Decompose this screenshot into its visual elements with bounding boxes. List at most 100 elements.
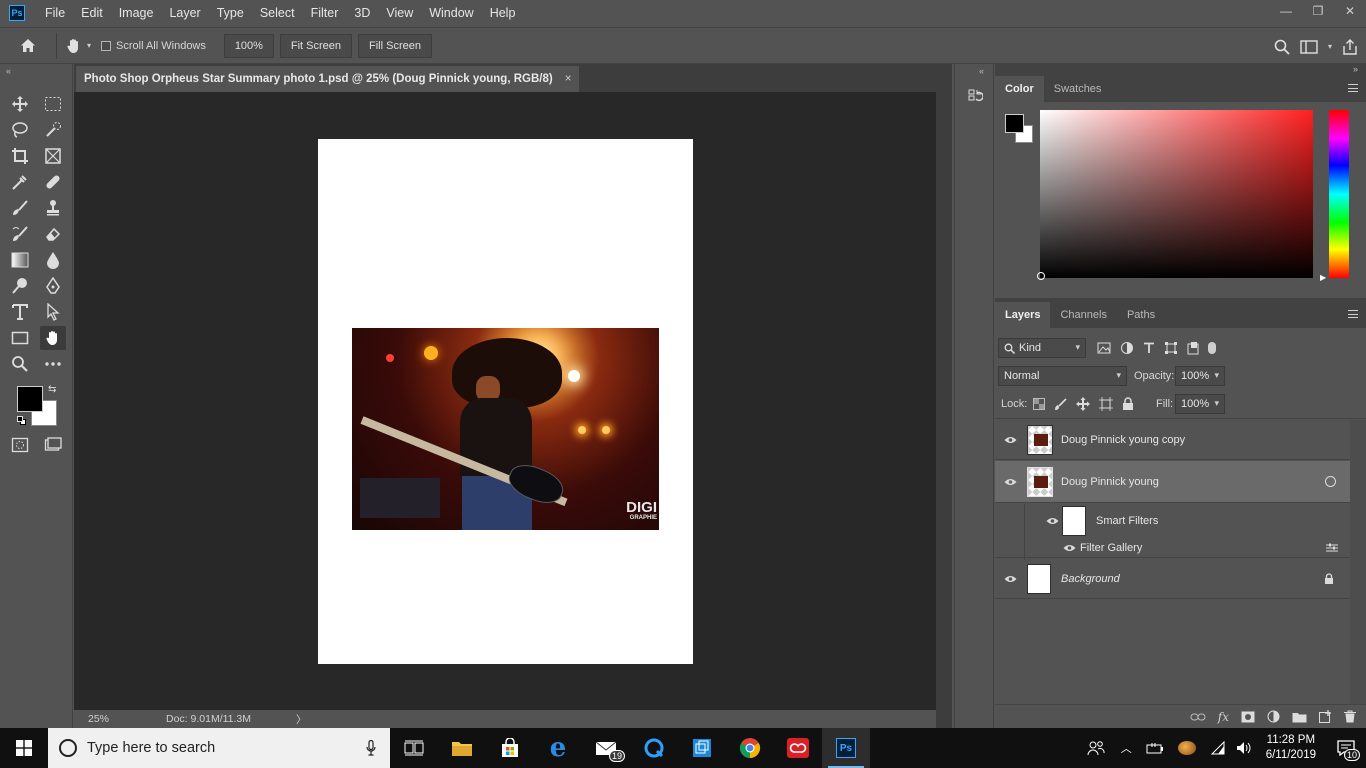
trash-icon[interactable] <box>1344 710 1356 723</box>
collapse-panels-icon[interactable]: » <box>1353 64 1358 74</box>
menu-3d[interactable]: 3D <box>346 0 378 26</box>
path-selection-tool-icon[interactable] <box>40 300 66 324</box>
start-button[interactable] <box>0 728 48 768</box>
mail-button[interactable]: 19 <box>582 728 630 768</box>
default-colors-icon[interactable] <box>17 416 27 426</box>
move-tool-icon[interactable] <box>7 92 33 116</box>
color-panel-foreground-swatch[interactable] <box>1005 114 1024 133</box>
menu-filter[interactable]: Filter <box>303 0 347 26</box>
layer-row-selected[interactable]: Doug Pinnick young ⌃ <box>995 461 1362 503</box>
blend-mode-select[interactable]: Normal ▾ <box>998 366 1127 386</box>
color-picker-cursor[interactable] <box>1037 272 1045 280</box>
tab-swatches[interactable]: Swatches <box>1044 76 1112 102</box>
panel-menu-icon[interactable] <box>1348 310 1358 318</box>
swap-colors-icon[interactable]: ⇆ <box>48 384 56 395</box>
file-explorer-button[interactable] <box>438 728 486 768</box>
fit-screen-button[interactable]: Fit Screen <box>279 33 353 58</box>
menu-view[interactable]: View <box>378 0 421 26</box>
eyedropper-tool-icon[interactable] <box>7 170 33 194</box>
lasso-tool-icon[interactable] <box>7 118 33 142</box>
close-document-icon[interactable]: × <box>565 73 572 85</box>
eye-icon[interactable] <box>1003 574 1017 584</box>
layers-scrollbar[interactable] <box>1350 420 1366 704</box>
menu-window[interactable]: Window <box>421 0 481 26</box>
crop-tool-icon[interactable] <box>7 144 33 168</box>
collapse-toolbar-icon[interactable]: « <box>6 66 11 76</box>
marquee-tool-icon[interactable] <box>40 92 66 116</box>
taskbar-clock[interactable]: 11:28 PM 6/11/2019 <box>1266 733 1316 763</box>
menu-type[interactable]: Type <box>209 0 252 26</box>
tab-color[interactable]: Color <box>995 76 1044 102</box>
quicken-button[interactable] <box>630 728 678 768</box>
type-tool-icon[interactable] <box>7 300 33 324</box>
filter-blending-options-icon[interactable] <box>1326 543 1338 553</box>
hand-tool-icon[interactable] <box>40 326 66 350</box>
action-center-button[interactable]: 10 <box>1326 728 1366 768</box>
tab-paths[interactable]: Paths <box>1117 302 1165 328</box>
blur-tool-icon[interactable] <box>40 248 66 272</box>
layer-filter-kind-select[interactable]: Kind ▾ <box>998 338 1086 358</box>
tray-app-icon[interactable] <box>1177 741 1196 755</box>
chrome-button[interactable] <box>726 728 774 768</box>
app-window-button[interactable] <box>678 728 726 768</box>
status-menu-arrow[interactable]: 〉 <box>296 712 307 727</box>
tab-layers[interactable]: Layers <box>995 302 1051 328</box>
task-view-button[interactable] <box>390 728 438 768</box>
layer-name[interactable]: Doug Pinnick young copy <box>1061 434 1185 446</box>
link-layers-icon[interactable] <box>1190 713 1206 721</box>
document-tab[interactable]: Photo Shop Orpheus Star Summary photo 1.… <box>76 66 580 92</box>
lock-all-icon[interactable] <box>1122 397 1134 411</box>
close-window-button[interactable]: ✕ <box>1334 0 1366 22</box>
chevron-down-icon[interactable]: ▾ <box>1328 42 1332 51</box>
type-filter-icon[interactable] <box>1143 342 1155 354</box>
minimize-button[interactable]: — <box>1270 0 1302 22</box>
smart-filter-mask-thumbnail[interactable] <box>1062 506 1086 536</box>
fill-screen-button[interactable]: Fill Screen <box>358 33 432 58</box>
vertical-scrollbar[interactable] <box>936 92 952 728</box>
wifi-icon[interactable] <box>1208 741 1226 755</box>
search-icon[interactable] <box>1274 39 1290 55</box>
gradient-tool-icon[interactable] <box>7 248 33 272</box>
status-zoom[interactable]: 25% <box>74 713 134 725</box>
filter-gallery-row[interactable]: Filter Gallery <box>995 538 1350 558</box>
zoom-100-button[interactable]: 100% <box>223 33 274 58</box>
hue-slider[interactable] <box>1329 110 1349 278</box>
smart-filters-row[interactable]: Smart Filters <box>995 504 1350 560</box>
more-tools-icon[interactable] <box>40 352 66 376</box>
menu-edit[interactable]: Edit <box>73 0 111 26</box>
menu-image[interactable]: Image <box>111 0 162 26</box>
menu-help[interactable]: Help <box>482 0 524 26</box>
pen-tool-icon[interactable] <box>40 274 66 298</box>
add-mask-icon[interactable] <box>1241 711 1255 723</box>
quick-mask-icon[interactable] <box>7 433 33 457</box>
layer-row[interactable]: Background <box>995 559 1350 599</box>
lock-artboard-icon[interactable] <box>1099 397 1113 411</box>
fx-icon[interactable]: fx <box>1218 710 1229 724</box>
eye-icon[interactable] <box>1003 435 1017 445</box>
layer-row[interactable]: Doug Pinnick young copy <box>995 420 1350 460</box>
new-layer-icon[interactable] <box>1319 710 1332 723</box>
workspace-icon[interactable] <box>1300 39 1318 54</box>
volume-icon[interactable] <box>1236 741 1254 755</box>
new-group-icon[interactable] <box>1292 711 1307 723</box>
menu-layer[interactable]: Layer <box>161 0 208 26</box>
taskbar-search-box[interactable]: Type here to search <box>48 728 390 768</box>
photoshop-taskbar-button[interactable]: Ps <box>822 728 870 768</box>
color-spectrum-field[interactable] <box>1040 110 1313 278</box>
adjustment-filter-icon[interactable] <box>1120 341 1134 355</box>
show-hidden-icons[interactable]: ︿ <box>1121 740 1132 756</box>
expand-panels-icon[interactable]: « <box>979 66 984 76</box>
foreground-color-swatch[interactable] <box>17 386 43 412</box>
lock-transparent-pixels-icon[interactable] <box>1033 398 1045 410</box>
filter-toggle-icon[interactable] <box>1208 342 1216 354</box>
healing-brush-tool-icon[interactable] <box>40 170 66 194</box>
history-brush-tool-icon[interactable] <box>7 222 33 246</box>
opacity-input[interactable]: 100% ▾ <box>1175 366 1225 386</box>
lock-position-icon[interactable] <box>1076 397 1090 411</box>
eye-icon[interactable] <box>1003 477 1017 487</box>
creative-cloud-button[interactable] <box>774 728 822 768</box>
shape-filter-icon[interactable] <box>1164 341 1178 355</box>
dodge-tool-icon[interactable] <box>7 274 33 298</box>
frame-tool-icon[interactable] <box>40 144 66 168</box>
share-icon[interactable] <box>1342 38 1358 55</box>
